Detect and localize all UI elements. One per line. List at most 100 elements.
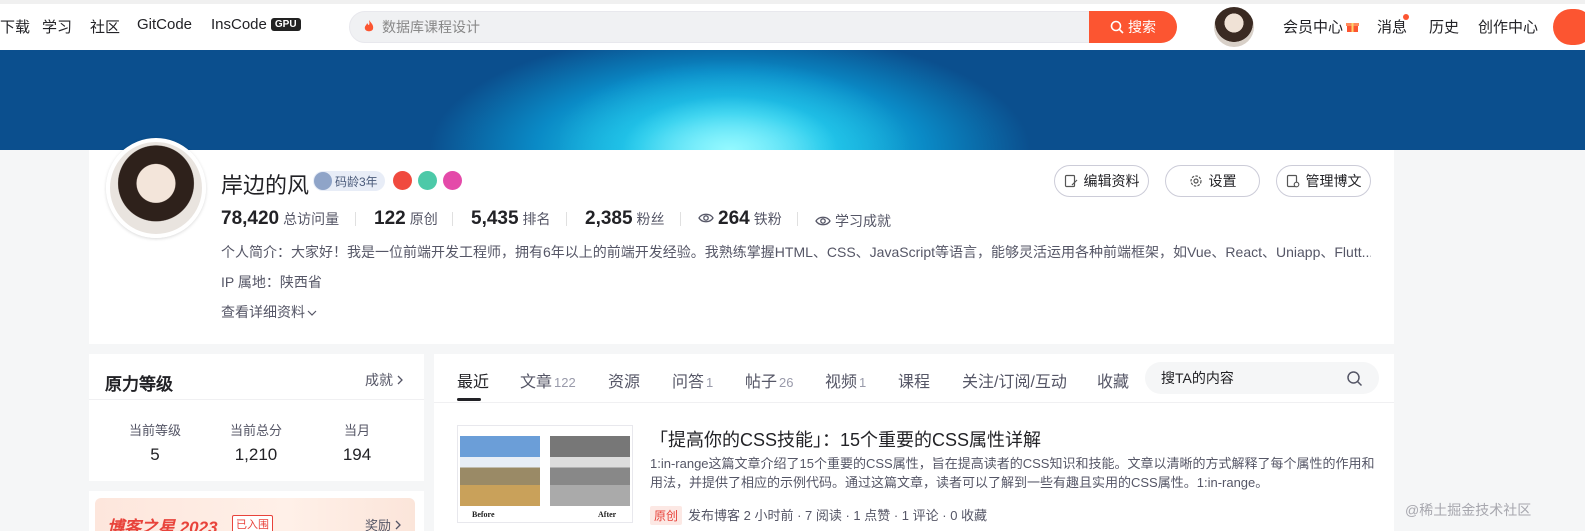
active-tab-indicator <box>457 398 481 401</box>
search-input[interactable] <box>382 12 1062 42</box>
chevron-right-icon <box>397 375 403 385</box>
profile-content-search <box>1145 362 1379 394</box>
tab-videos[interactable]: 视频 1 <box>825 368 866 392</box>
search-bar <box>349 11 1091 43</box>
nav-download[interactable]: 下载 <box>0 16 30 37</box>
stat-divider <box>680 212 681 226</box>
tab-qa[interactable]: 问答 1 <box>672 368 713 392</box>
level-label: 当月 <box>343 423 370 438</box>
article-title[interactable]: 「提高你的CSS技能」：15个重要的CSS属性详解 <box>650 426 1041 452</box>
tab-label: 问答 <box>672 374 705 391</box>
chevron-right-icon <box>395 520 401 530</box>
manage-posts-label: 管理博文 <box>1305 173 1362 189</box>
achievements-link[interactable]: 成就 <box>365 370 404 390</box>
settings-label: 设置 <box>1208 173 1237 189</box>
stat-label: 排名 <box>522 211 551 227</box>
tab-articles[interactable]: 文章 122 <box>520 368 576 392</box>
tab-label: 课程 <box>898 374 931 391</box>
nav-messages[interactable]: 消息 <box>1377 16 1407 37</box>
medal-icon[interactable] <box>443 171 462 190</box>
view-details-link[interactable]: 查看详细资料 <box>221 302 317 322</box>
search-icon[interactable] <box>1346 370 1363 387</box>
nav-learn[interactable]: 学习 <box>42 16 72 37</box>
tab-resources[interactable]: 资源 <box>608 368 640 392</box>
message-dot-badge <box>1403 14 1409 20</box>
medal-icon[interactable] <box>393 171 412 190</box>
stat-divider <box>566 212 567 226</box>
reward-link-label: 奖励 <box>365 518 392 531</box>
stat-visits[interactable]: 78,420 总访问量 <box>221 208 339 230</box>
user-avatar[interactable] <box>1214 7 1254 47</box>
level-current: 当前等级 5 <box>105 420 205 465</box>
tab-count: 1 <box>706 375 714 390</box>
code-age-icon <box>314 172 332 190</box>
gift-icon <box>1346 23 1360 32</box>
nav-inscode[interactable]: InsCode GPU <box>211 16 301 33</box>
search-button-label: 搜索 <box>1128 19 1156 35</box>
level-panel-title: 原力等级 <box>105 375 173 394</box>
article-description[interactable]: 1:in-range这篇文章介绍了15个重要的CSS属性，旨在提高读者的CSS知… <box>650 454 1375 492</box>
nav-vip-center[interactable]: 会员中心 <box>1283 16 1360 37</box>
tab-label: 帖子 <box>745 374 778 391</box>
tab-courses[interactable]: 课程 <box>898 368 930 392</box>
tab-label: 视频 <box>825 374 858 391</box>
tab-label: 关注/订阅/互动 <box>962 374 1067 391</box>
level-total-score: 当前总分 1,210 <box>206 420 306 465</box>
medal-icon[interactable] <box>418 171 437 190</box>
article-meta: 原创 发布博客 2 小时前 · 7 阅读 · 1 点赞 · 1 评论 · 0 收藏 <box>650 505 987 525</box>
publish-button[interactable] <box>1553 9 1585 45</box>
tab-label: 收藏 <box>1097 374 1130 391</box>
eye-icon <box>698 213 714 223</box>
profile-avatar[interactable] <box>106 138 206 238</box>
code-age-label: 码龄3年 <box>335 175 378 189</box>
article-meta-text: 发布博客 2 小时前 · 7 阅读 · 1 点赞 · 1 评论 · 0 收藏 <box>688 508 988 523</box>
settings-button[interactable]: 设置 <box>1165 165 1260 197</box>
stat-num: 5,435 <box>471 208 519 229</box>
edit-profile-button[interactable]: 编辑资料 <box>1054 165 1149 197</box>
level-panel-divider <box>89 399 424 400</box>
profile-content-search-input[interactable] <box>1161 362 1341 394</box>
stat-num: 78,420 <box>221 208 280 229</box>
profile-username: 岸边的风 <box>221 173 310 198</box>
stat-original[interactable]: 122 原创 <box>374 208 438 230</box>
stat-label: 粉丝 <box>636 211 665 227</box>
ip-location: IP 属地：陕西省 <box>221 274 322 290</box>
original-tag: 原创 <box>650 506 683 525</box>
view-details-label: 查看详细资料 <box>221 304 305 320</box>
level-label: 当前等级 <box>128 423 181 438</box>
stat-label: 总访问量 <box>283 211 340 227</box>
stat-num: 264 <box>718 208 750 229</box>
stat-rank[interactable]: 5,435 排名 <box>471 208 551 230</box>
nav-gitcode[interactable]: GitCode <box>137 16 192 33</box>
tab-posts[interactable]: 帖子 26 <box>745 368 793 392</box>
tab-label: 资源 <box>608 374 641 391</box>
tab-label: 最近 <box>457 374 490 391</box>
manage-posts-button[interactable]: 管理博文 <box>1276 165 1371 197</box>
tab-count: 1 <box>859 375 867 390</box>
tab-recent[interactable]: 最近 <box>457 368 489 392</box>
stat-fans[interactable]: 2,385 粉丝 <box>585 208 665 230</box>
chevron-down-icon <box>307 310 317 316</box>
profile-bio: 个人简介：大家好！我是一位前端开发工程师，拥有6年以上的前端开发经验。我熟练掌握… <box>221 244 1371 260</box>
tab-follow-subscribe[interactable]: 关注/订阅/互动 <box>962 368 1067 392</box>
thumb-after-image <box>550 436 630 506</box>
stat-label: 学习成就 <box>835 213 891 229</box>
blog-star-title: 博客之星 2023 <box>107 518 218 531</box>
nav-creator-center[interactable]: 创作中心 <box>1478 16 1538 37</box>
article-thumbnail[interactable]: Before After <box>457 425 633 523</box>
stat-achievements[interactable]: 学习成就 <box>815 211 891 231</box>
nav-community[interactable]: 社区 <box>90 16 120 37</box>
search-button[interactable]: 搜索 <box>1089 11 1177 43</box>
watermark: @稀土掘金技术社区 <box>1405 502 1532 518</box>
tab-count: 26 <box>779 375 794 390</box>
nav-history[interactable]: 历史 <box>1429 16 1459 37</box>
banner-light-effect <box>560 50 920 150</box>
stat-num: 2,385 <box>585 208 633 229</box>
reward-link[interactable]: 奖励 <box>365 515 402 531</box>
tab-favorites[interactable]: 收藏 <box>1097 368 1129 392</box>
stat-iron-fans[interactable]: 264 铁粉 <box>698 208 782 230</box>
stat-num: 122 <box>374 208 406 229</box>
eye-icon <box>815 216 831 226</box>
tab-count: 122 <box>554 375 576 390</box>
stat-divider <box>355 212 356 226</box>
